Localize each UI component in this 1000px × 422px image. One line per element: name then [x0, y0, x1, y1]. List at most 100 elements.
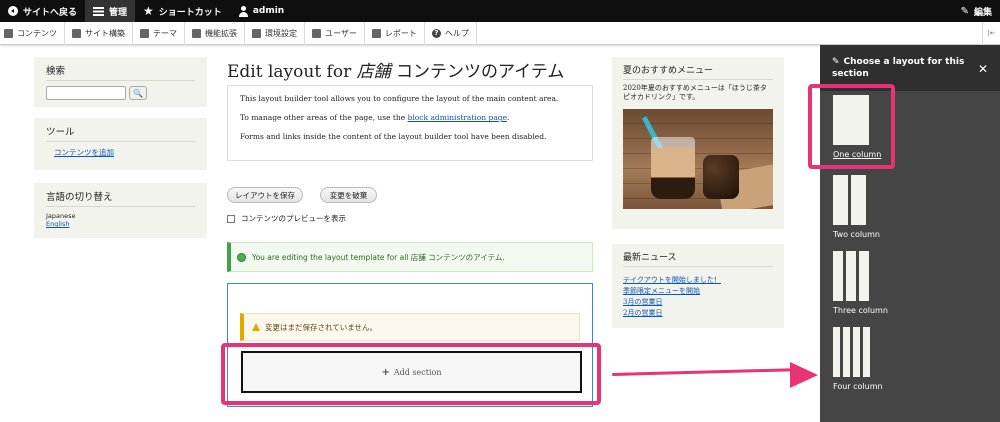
news-link[interactable]: 3月の営業日 [623, 297, 773, 308]
hamburger-menu-icon [93, 6, 105, 16]
user-icon [238, 5, 248, 17]
help-text-2-after: . [507, 113, 510, 123]
layout-option-label: Four column [833, 382, 883, 391]
pencil-icon: ✎ [960, 5, 969, 17]
block-admin-link[interactable]: block administration page [408, 113, 507, 122]
help-text-3: Forms and links inside the content of th… [240, 132, 547, 142]
bar-chart-icon [371, 28, 381, 38]
search-input[interactable] [46, 86, 126, 100]
page-title: Edit layout for 店舗 コンテンツのアイテム [227, 57, 564, 82]
layout-option-three-column[interactable]: Three column [833, 251, 888, 315]
search-icon: 🔍 [133, 88, 143, 98]
language-option-japanese[interactable]: Japanese [46, 212, 195, 220]
title-suffix: コンテンツのアイテム [396, 62, 565, 82]
warning-icon [252, 323, 260, 331]
admin-menu-bar: コンテンツ サイト構築 テーマ 機能拡張 環境設定 ユーザー レポート ? ヘルプ… [0, 21, 1000, 45]
discard-changes-button[interactable]: 変更を破棄 [320, 187, 377, 203]
status-message: You are editing the layout template for … [227, 242, 593, 272]
back-to-site-label: サイトへ戻る [23, 7, 78, 18]
paintbrush-icon [140, 28, 149, 38]
summer-block-text: 2020年夏のおすすめメニューは「ほうじ茶タピオカドリンク」です。 [623, 84, 767, 102]
menu-item-label: サイト構築 [85, 28, 125, 38]
language-switcher-block: 言語の切り替え Japanese English [34, 183, 207, 238]
layout-option-four-column[interactable]: Four column [833, 327, 883, 391]
people-icon [312, 28, 321, 38]
layout-option-two-column[interactable]: Two column [833, 175, 880, 239]
latest-news-block: 最新ニュース テイクアウトを開始しました！ 季節限定メニューを開始 3月の営業日… [612, 244, 784, 328]
menu-item-label: ユーザー [325, 28, 357, 38]
add-section-highlight [221, 343, 601, 405]
help-text-2-before: To manage other areas of the page, use t… [240, 113, 406, 123]
search-block-title: 検索 [46, 63, 195, 81]
user-label: admin [252, 6, 285, 16]
news-block-title: 最新ニュース [623, 250, 773, 267]
shortcuts-label: ショートカット [158, 7, 222, 18]
summer-menu-block: 夏のおすすめメニュー 2020年夏のおすすめメニューは「ほうじ茶タピオカドリンク… [612, 57, 784, 229]
preview-toggle: コンテンツのプレビューを表示 [227, 213, 346, 224]
layout-builder-help-box: This layout builder tool allows you to c… [227, 85, 593, 161]
close-icon[interactable]: ✕ [978, 62, 988, 76]
help-icon: ? [431, 28, 441, 38]
user-tab[interactable]: admin [230, 0, 292, 22]
orientation-toggle[interactable]: |⇤ [982, 21, 1000, 45]
title-prefix: Edit layout for [227, 62, 352, 82]
news-link[interactable]: 季節限定メニューを開始 [623, 286, 773, 297]
help-text-2: To manage other areas of the page, use t… [240, 113, 580, 123]
add-content-link[interactable]: コンテンツを追加 [54, 148, 114, 157]
save-layout-button[interactable]: レイアウトを保存 [227, 187, 303, 203]
news-link[interactable]: テイクアウトを開始しました！ [623, 275, 773, 286]
document-icon [4, 28, 13, 38]
unsaved-warning: 変更はまだ保存されていません。 [240, 313, 580, 341]
shortcuts-tab[interactable]: ★ ショートカット [135, 0, 230, 22]
menu-item-label: レポート [384, 28, 417, 38]
manage-label: 管理 [109, 7, 128, 18]
menu-item-label: ヘルプ [444, 28, 469, 38]
search-button[interactable]: 🔍 [129, 86, 147, 100]
search-block: 検索 🔍 [34, 57, 207, 107]
summer-block-title: 夏のおすすめメニュー [623, 63, 773, 80]
menu-item-structure[interactable]: サイト構築 [65, 21, 133, 45]
language-option-english[interactable]: English [46, 220, 195, 228]
back-to-site-button[interactable]: サイトへ戻る [0, 0, 85, 22]
top-toolbar: サイトへ戻る 管理 ★ ショートカット admin ✎ 編集 [0, 0, 1000, 22]
one-column-highlight [808, 84, 895, 169]
menu-item-label: 機能拡張 [205, 28, 237, 38]
pencil-icon: ✎ [832, 57, 840, 67]
language-block-title: 言語の切り替え [46, 189, 195, 207]
menu-item-content[interactable]: コンテンツ [0, 21, 65, 45]
menu-item-label: コンテンツ [17, 28, 57, 38]
news-link[interactable]: 2月の営業日 [623, 308, 773, 319]
tools-block: ツール コンテンツを追加 [34, 118, 207, 170]
menu-item-label: テーマ [153, 28, 177, 38]
four-column-icon [833, 327, 883, 377]
annotation-arrow-head [790, 362, 818, 388]
title-emphasis: 店舗 [356, 62, 391, 82]
wrench-icon [252, 28, 261, 38]
menu-item-appearance[interactable]: テーマ [133, 21, 185, 45]
annotation-arrow-line [611, 368, 795, 376]
menu-item-people[interactable]: ユーザー [305, 21, 365, 45]
tools-block-title: ツール [46, 124, 195, 142]
layout-panel-title: Choose a layout for this section [832, 57, 965, 80]
globe-icon [237, 252, 246, 262]
warning-text: 変更はまだ保存されていません。 [265, 322, 378, 332]
three-column-icon [833, 251, 888, 301]
layout-option-label: Three column [833, 306, 888, 315]
preview-checkbox[interactable] [227, 214, 235, 223]
menu-item-extend[interactable]: 機能拡張 [185, 21, 245, 45]
puzzle-icon [192, 28, 201, 38]
menu-item-help[interactable]: ? ヘルプ [425, 21, 477, 45]
back-arrow-icon [8, 6, 18, 16]
manage-tab[interactable]: 管理 [85, 0, 136, 22]
menu-item-reports[interactable]: レポート [365, 21, 425, 45]
preview-label: コンテンツのプレビューを表示 [241, 214, 346, 223]
layout-option-label: Two column [833, 230, 880, 239]
edit-button[interactable]: ✎ 編集 [953, 0, 1000, 22]
menu-item-label: 環境設定 [265, 28, 297, 38]
menu-item-configuration[interactable]: 環境設定 [245, 21, 305, 45]
two-column-icon [833, 175, 880, 225]
structure-icon [72, 28, 81, 38]
tapioca-drink-photo [623, 108, 773, 209]
star-icon: ★ [143, 4, 154, 18]
edit-label: 編集 [973, 7, 992, 18]
